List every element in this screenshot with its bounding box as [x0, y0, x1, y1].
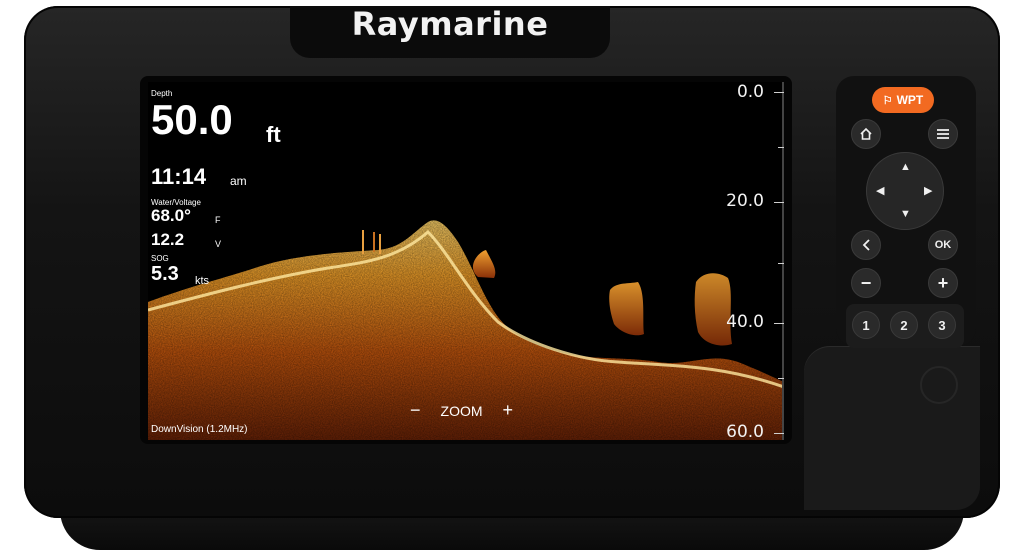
- minus-button[interactable]: −: [851, 268, 881, 298]
- depth-major-tick: [774, 433, 784, 434]
- sonar-mode-label: DownVision (1.2MHz): [151, 424, 248, 435]
- number-key-1[interactable]: 1: [852, 311, 880, 339]
- zoom-out-button[interactable]: −: [410, 400, 421, 421]
- flag-icon: ⚐: [882, 94, 893, 107]
- plus-button[interactable]: +: [928, 268, 958, 298]
- depth-major-tick: [774, 323, 784, 324]
- card-slot-door[interactable]: [804, 346, 980, 510]
- waypoint-label: WPT: [896, 93, 924, 107]
- zoom-in-button[interactable]: +: [503, 400, 514, 421]
- menu-button[interactable]: [928, 119, 958, 149]
- water-temp-value: 68.0°: [151, 206, 191, 225]
- depth-minor-tick: [778, 147, 784, 148]
- arrow-right-icon[interactable]: ▶: [924, 184, 932, 197]
- number-key-2[interactable]: 2: [890, 311, 918, 339]
- arrow-up-icon[interactable]: ▲: [900, 161, 911, 173]
- depth-unit: ft: [266, 122, 281, 147]
- arrow-down-icon[interactable]: ▼: [900, 208, 911, 220]
- depth-major-tick: [774, 202, 784, 203]
- depth-major-tick: [774, 92, 784, 93]
- back-button[interactable]: [851, 230, 881, 260]
- number-key-3[interactable]: 3: [928, 311, 956, 339]
- ok-button[interactable]: OK: [928, 230, 958, 260]
- directional-pad[interactable]: ▲ ◀ ▶ ▼: [866, 152, 944, 230]
- arrow-left-icon[interactable]: ◀: [876, 184, 884, 197]
- depth-minor-tick: [778, 262, 784, 264]
- sog-value: 5.3: [151, 263, 179, 285]
- back-icon: [862, 239, 870, 251]
- zoom-label: ZOOM: [440, 402, 483, 419]
- sonar-image: [148, 220, 784, 440]
- voltage-value: 12.2: [151, 230, 185, 249]
- brand-logo: Raymarine: [351, 5, 549, 43]
- home-button[interactable]: [851, 119, 881, 149]
- depth-scale-label: 40.0: [726, 312, 764, 332]
- depth-scale-label: 0.0: [736, 82, 764, 102]
- depth-scale-label: 20.0: [726, 191, 764, 211]
- sog-unit: kts: [195, 275, 210, 287]
- voltage-unit: V: [215, 239, 222, 249]
- power-mark-icon: [920, 366, 958, 404]
- time-suffix: am: [230, 174, 247, 188]
- zoom-control: − ZOOM +: [410, 400, 513, 421]
- depth-minor-tick: [778, 378, 784, 379]
- sonar-screen[interactable]: 0.0 20.0 40.0 60.0 Depth 50.0 ft 11:14 a…: [148, 82, 784, 440]
- time-value: 11:14: [151, 164, 207, 189]
- depth-value: 50.0: [151, 96, 233, 143]
- menu-icon: [937, 129, 949, 139]
- depth-scale-bar: [782, 82, 784, 440]
- home-icon: [860, 127, 872, 140]
- sog-label: SOG: [151, 254, 169, 263]
- depth-scale-label: 60.0: [726, 422, 764, 440]
- water-temp-unit: F: [215, 215, 221, 225]
- waypoint-button[interactable]: ⚐ WPT: [872, 87, 934, 113]
